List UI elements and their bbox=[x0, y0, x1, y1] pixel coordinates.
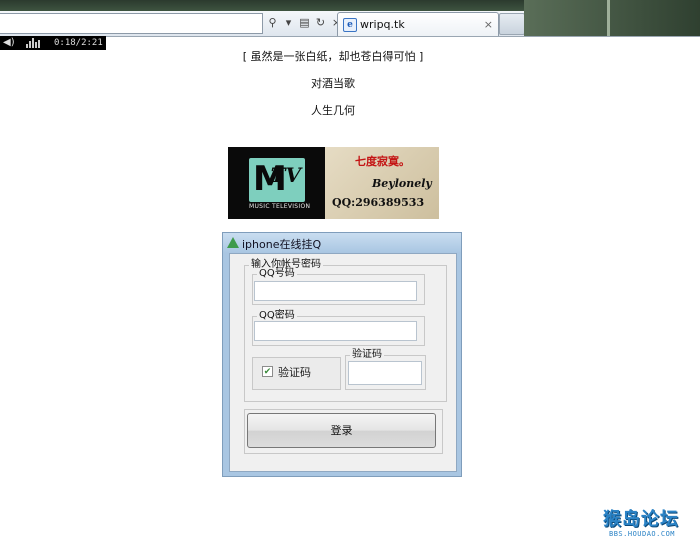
browser-tab[interactable]: e wripq.tk × bbox=[337, 12, 499, 36]
address-bar[interactable] bbox=[0, 13, 263, 34]
banner-image: M TV MUSIC TELEVISION 七度寂寞。 Beylonely QQ… bbox=[228, 147, 439, 219]
qq-number-input[interactable] bbox=[254, 281, 417, 301]
frame-divider bbox=[607, 0, 610, 36]
address-bar-buttons: ⚲ ▾ ▤ ↻ × bbox=[266, 15, 343, 30]
app-icon bbox=[227, 237, 239, 248]
search-icon[interactable]: ⚲ bbox=[266, 15, 279, 30]
logo-letters-tv: TV bbox=[270, 163, 301, 187]
tab-close-icon[interactable]: × bbox=[484, 18, 493, 31]
banner-qq: QQ:296389533 bbox=[332, 196, 425, 209]
ie-favicon-icon: e bbox=[343, 18, 357, 32]
login-window: iphone在线挂Q 输入你帐号密码 QQ号码 QQ密码 ✔ 验证码 验证码 登… bbox=[222, 232, 462, 477]
captcha-group-label: 验证码 bbox=[352, 349, 382, 360]
banner-logo-panel: M TV MUSIC TELEVISION bbox=[228, 147, 325, 219]
tab-title: wripq.tk bbox=[360, 18, 405, 31]
qq-password-input[interactable] bbox=[254, 321, 417, 341]
desktop-background bbox=[524, 0, 700, 36]
window-titlebar[interactable]: iphone在线挂Q bbox=[223, 233, 461, 253]
banner-name: Beylonely bbox=[372, 177, 432, 190]
forum-watermark-logo: 猴岛论坛 bbox=[603, 509, 679, 530]
captcha-input[interactable] bbox=[348, 361, 422, 385]
logo-caption: MUSIC TELEVISION bbox=[249, 203, 311, 210]
window-title: iphone在线挂Q bbox=[242, 238, 322, 251]
equalizer-icon bbox=[26, 38, 40, 48]
banner-text-panel: 七度寂寞。 Beylonely QQ:296389533 bbox=[325, 147, 439, 219]
banner-title: 七度寂寞。 bbox=[355, 155, 410, 168]
login-button[interactable]: 登录 bbox=[247, 413, 436, 448]
poem-line-2: 人生几何 bbox=[311, 104, 355, 117]
captcha-checkbox-label: 验证码 bbox=[278, 366, 311, 379]
qq-password-label: QQ密码 bbox=[259, 310, 295, 321]
dropdown-icon[interactable]: ▾ bbox=[282, 15, 295, 30]
window-body: 输入你帐号密码 QQ号码 QQ密码 ✔ 验证码 验证码 登录 bbox=[229, 253, 457, 472]
page-subtitle: [ 虽然是一张白纸，却也苍白得可怕 ] bbox=[242, 50, 424, 63]
qq-number-label: QQ号码 bbox=[259, 268, 295, 279]
new-tab-button[interactable] bbox=[499, 13, 525, 35]
poem-line-1: 对酒当歌 bbox=[311, 77, 355, 90]
captcha-option-box: ✔ 验证码 bbox=[252, 357, 341, 390]
captcha-checkbox[interactable]: ✔ bbox=[262, 366, 273, 377]
mtv-logo-icon: M TV bbox=[249, 158, 305, 202]
compat-view-icon[interactable]: ▤ bbox=[298, 15, 311, 30]
refresh-icon[interactable]: ↻ bbox=[314, 15, 327, 30]
forum-watermark-url: BBS.HOUDAO.COM bbox=[609, 530, 676, 538]
